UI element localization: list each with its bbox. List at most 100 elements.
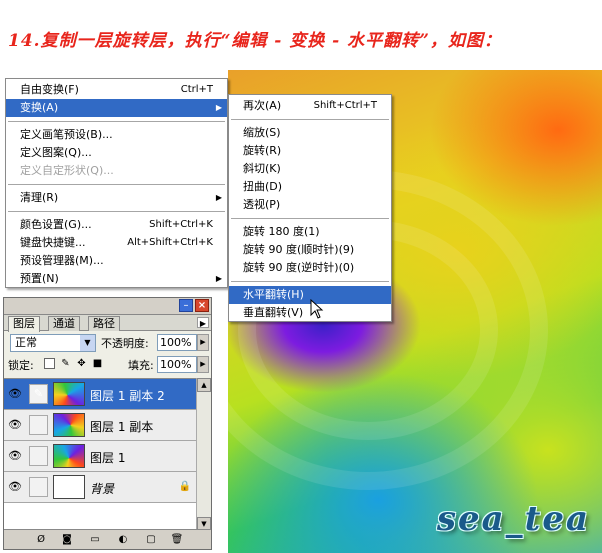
menu-item-rotate-90-cw[interactable]: 旋转 90 度(顺时针)(9)	[229, 241, 391, 259]
menu-item-perspective[interactable]: 透视(P)	[229, 196, 391, 214]
menu-item-label: 定义自定形状(Q)...	[20, 164, 114, 177]
opacity-field[interactable]: 100% ▶	[157, 334, 209, 351]
minimize-icon[interactable]: –	[179, 299, 193, 312]
mask-icon[interactable]: ◙	[60, 533, 74, 546]
menu-item-shortcut: Shift+Ctrl+K	[149, 219, 213, 230]
layer-name: 图层 1 副本 2	[90, 389, 165, 403]
lock-brush-icon[interactable]: ✎	[60, 358, 71, 369]
lock-all-icon[interactable]: ■	[92, 358, 103, 369]
tab-channels[interactable]: 通道	[48, 316, 80, 331]
layer-row[interactable]: 👁 背景 🔒	[4, 472, 197, 503]
layers-scrollbar[interactable]: ▲ ▼	[196, 378, 211, 531]
menu-item-shortcut: Shift+Ctrl+T	[313, 100, 377, 111]
chevron-down-icon: ▼	[80, 335, 95, 351]
menu-item-transform[interactable]: 变换(A) ▶	[6, 99, 227, 117]
tab-paths[interactable]: 路径	[88, 316, 120, 331]
fill-label: 填充:	[128, 359, 154, 372]
link-box[interactable]	[29, 477, 48, 497]
eye-icon[interactable]: 👁	[6, 387, 24, 401]
lock-transparency-icon[interactable]	[44, 358, 55, 369]
fill-field[interactable]: 100% ▶	[157, 356, 209, 373]
slider-arrow-icon[interactable]: ▶	[197, 356, 209, 373]
close-icon[interactable]: ×	[195, 299, 209, 312]
layer-list: 👁 ✎ 图层 1 副本 2 👁 图层 1 副本 👁 图层 1 👁 背景 🔒	[4, 378, 197, 531]
eye-icon[interactable]: 👁	[6, 480, 24, 494]
menu-item-label: 旋转 180 度(1)	[243, 225, 320, 238]
new-layer-icon[interactable]: ▢	[144, 533, 158, 546]
menu-separator	[231, 218, 389, 219]
layer-thumbnail	[53, 382, 85, 406]
blend-mode-value: 正常	[15, 336, 37, 349]
slider-arrow-icon[interactable]: ▶	[197, 334, 209, 351]
submenu-arrow-icon: ▶	[215, 193, 222, 202]
menu-item-rotate-90-ccw[interactable]: 旋转 90 度(逆时针)(0)	[229, 259, 391, 277]
menu-item-preferences[interactable]: 预置(N) ▶	[6, 270, 227, 288]
layer-row[interactable]: 👁 ✎ 图层 1 副本 2	[4, 379, 197, 410]
menu-item-label: 水平翻转(H)	[243, 288, 304, 301]
layer-row[interactable]: 👁 图层 1	[4, 441, 197, 472]
menu-item-label: 预置(N)	[20, 272, 59, 285]
watermark-logo: sea_tea	[436, 499, 590, 539]
lock-icon: 🔒	[178, 481, 191, 492]
edit-menu: 自由变换(F) Ctrl+T 变换(A) ▶ 定义画笔预设(B)... 定义图案…	[5, 78, 228, 288]
menu-item-define-brush[interactable]: 定义画笔预设(B)...	[6, 126, 227, 144]
layer-thumbnail	[53, 413, 85, 437]
menu-item-label: 斜切(K)	[243, 162, 281, 175]
fill-value: 100%	[160, 358, 192, 371]
menu-item-label: 透视(P)	[243, 198, 281, 211]
menu-item-rotate[interactable]: 旋转(R)	[229, 142, 391, 160]
menu-item-again[interactable]: 再次(A) Shift+Ctrl+T	[229, 97, 391, 115]
folder-icon[interactable]: ▭	[88, 533, 102, 546]
eye-icon[interactable]: 👁	[6, 418, 24, 432]
menu-item-purge[interactable]: 清理(R) ▶	[6, 189, 227, 207]
layer-name: 背景	[90, 482, 115, 496]
menu-item-define-shape: 定义自定形状(Q)...	[6, 162, 227, 180]
menu-item-free-transform[interactable]: 自由变换(F) Ctrl+T	[6, 81, 227, 99]
panel-menu-arrow-icon[interactable]: ▶	[197, 317, 209, 328]
lock-move-icon[interactable]: ✥	[76, 358, 87, 369]
menu-item-label: 颜色设置(G)...	[20, 218, 92, 231]
menu-item-rotate-180[interactable]: 旋转 180 度(1)	[229, 223, 391, 241]
menu-separator	[8, 184, 225, 185]
eye-icon[interactable]: 👁	[6, 449, 24, 463]
lock-label: 锁定:	[8, 359, 34, 372]
layer-row[interactable]: 👁 图层 1 副本	[4, 410, 197, 441]
menu-item-shortcut: Ctrl+T	[180, 84, 213, 95]
link-box[interactable]	[29, 415, 48, 435]
menu-item-color-settings[interactable]: 颜色设置(G)... Shift+Ctrl+K	[6, 216, 227, 234]
menu-separator	[8, 211, 225, 212]
layer-name: 图层 1 副本	[90, 420, 154, 434]
menu-item-label: 缩放(S)	[243, 126, 281, 139]
menu-item-shortcut: Alt+Shift+Ctrl+K	[127, 237, 213, 248]
layer-thumbnail	[53, 475, 85, 499]
layer-name: 图层 1	[90, 451, 126, 465]
menu-item-label: 清理(R)	[20, 191, 59, 204]
menu-item-distort[interactable]: 扭曲(D)	[229, 178, 391, 196]
blend-row: 正常 ▼ 不透明度: 100% ▶	[4, 331, 211, 353]
mouse-cursor-icon	[310, 299, 324, 319]
menu-item-label: 旋转(R)	[243, 144, 282, 157]
menu-item-label: 定义图案(Q)...	[20, 146, 92, 159]
menu-item-scale[interactable]: 缩放(S)	[229, 124, 391, 142]
menu-item-label: 旋转 90 度(顺时针)(9)	[243, 243, 355, 256]
adjustment-layer-icon[interactable]: ◐	[116, 533, 130, 546]
menu-item-keyboard-shortcuts[interactable]: 键盘快捷键... Alt+Shift+Ctrl+K	[6, 234, 227, 252]
tab-layers[interactable]: 图层	[8, 316, 40, 332]
transform-submenu: 再次(A) Shift+Ctrl+T 缩放(S) 旋转(R) 斜切(K) 扭曲(…	[228, 94, 392, 322]
menu-item-label: 自由变换(F)	[20, 83, 79, 96]
menu-item-label: 预设管理器(M)...	[20, 254, 104, 267]
menu-item-define-pattern[interactable]: 定义图案(Q)...	[6, 144, 227, 162]
layer-style-icon[interactable]: Ø	[34, 533, 48, 546]
panel-titlebar[interactable]: – ×	[4, 298, 211, 315]
link-box[interactable]	[29, 446, 48, 466]
panel-footer: Ø ◙ ▭ ◐ ▢ 🗑	[4, 529, 211, 549]
menu-item-preset-manager[interactable]: 预设管理器(M)...	[6, 252, 227, 270]
lock-row: 锁定: ✎ ✥ ■ 填充: 100% ▶	[4, 353, 211, 375]
menu-item-skew[interactable]: 斜切(K)	[229, 160, 391, 178]
blend-mode-select[interactable]: 正常 ▼	[10, 334, 96, 352]
brush-icon[interactable]: ✎	[29, 384, 48, 404]
scroll-up-icon[interactable]: ▲	[197, 378, 211, 392]
trash-icon[interactable]: 🗑	[170, 533, 184, 546]
opacity-label: 不透明度:	[101, 337, 149, 350]
tutorial-caption: 14.复制一层旋转层，执行“编辑 - 变换 - 水平翻转”，如图：	[8, 31, 502, 51]
